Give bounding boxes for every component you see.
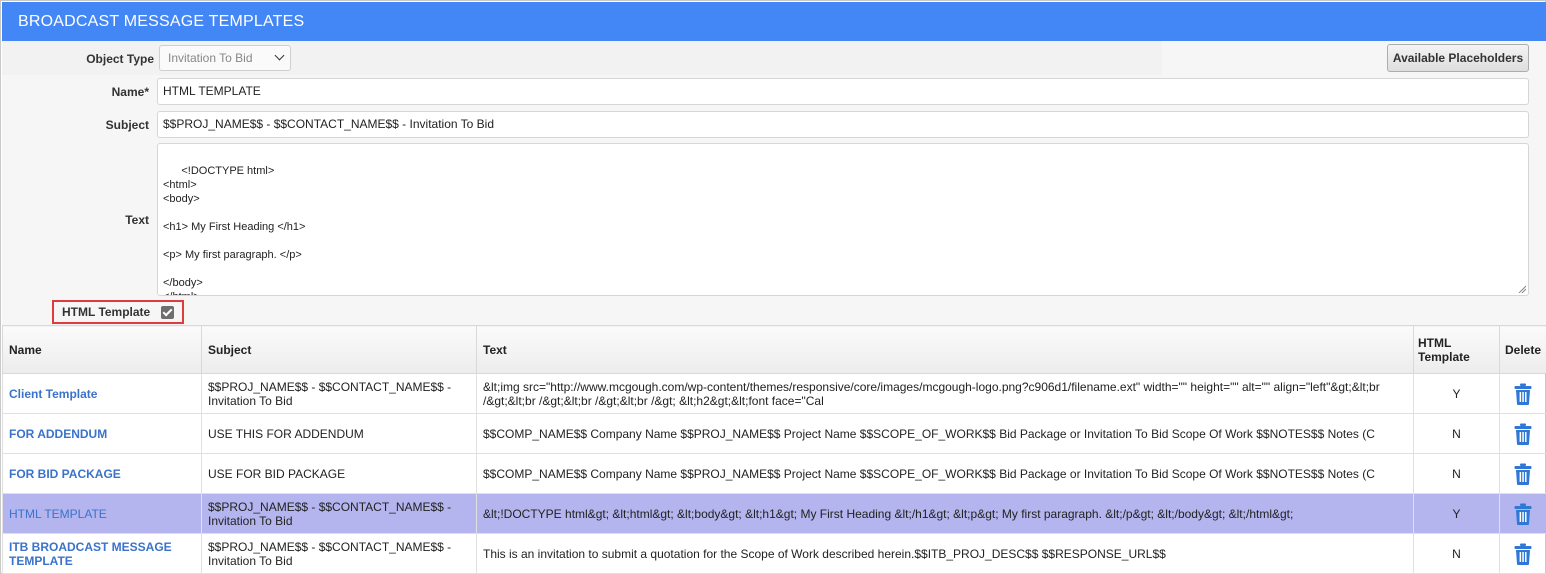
row-delete-button[interactable] [1499, 533, 1546, 574]
column-header-delete: Delete [1499, 325, 1546, 374]
row-text: $$COMP_NAME$$ Company Name $$PROJ_NAME$$… [476, 453, 1414, 494]
row-name-link[interactable]: Client Template [2, 373, 202, 414]
resize-handle-icon[interactable] [1518, 285, 1526, 293]
row-name-link[interactable]: FOR BID PACKAGE [2, 453, 202, 494]
column-header-subject[interactable]: Subject [201, 325, 477, 374]
trash-icon [1514, 423, 1532, 445]
broadcast-templates-window: BROADCAST MESSAGE TEMPLATES Object Type … [0, 0, 1546, 574]
table-row[interactable]: ITB BROADCAST MESSAGE TEMPLATE $$PROJ_NAM… [2, 533, 1546, 574]
row-html-flag: N [1413, 413, 1500, 454]
column-header-name[interactable]: Name [2, 325, 202, 374]
row-text: $$COMP_NAME$$ Company Name $$PROJ_NAME$$… [476, 413, 1414, 454]
template-form: Object Type Invitation To Bid Available … [2, 41, 1546, 325]
row-delete-button[interactable] [1499, 413, 1546, 454]
name-label: Name* [111, 85, 149, 99]
row-name-link[interactable]: ITB BROADCAST MESSAGE TEMPLATE [2, 533, 202, 574]
trash-icon [1514, 383, 1532, 405]
row-subject: $$PROJ_NAME$$ - $$CONTACT_NAME$$ - Invit… [201, 373, 477, 414]
object-type-value: Invitation To Bid [168, 51, 253, 65]
row-html-flag: N [1413, 533, 1500, 574]
table-header-row: Name Subject Text HTML Template Delete [2, 325, 1546, 374]
templates-table: Name Subject Text HTML Template Delete C… [2, 325, 1546, 574]
trash-icon [1514, 503, 1532, 525]
row-delete-button[interactable] [1499, 453, 1546, 494]
row-subject: USE THIS FOR ADDENDUM [201, 413, 477, 454]
subject-field[interactable]: $$PROJ_NAME$$ - $$CONTACT_NAME$$ - Invit… [157, 111, 1529, 138]
text-label: Text [125, 213, 149, 227]
row-subject: USE FOR BID PACKAGE [201, 453, 477, 494]
row-delete-button[interactable] [1499, 373, 1546, 414]
html-template-checkbox[interactable] [161, 306, 174, 319]
chevron-down-icon [274, 50, 285, 61]
html-template-highlight: HTML Template [52, 300, 184, 324]
column-header-html-template[interactable]: HTML Template [1413, 325, 1500, 374]
trash-icon [1514, 463, 1532, 485]
row-html-flag: N [1413, 453, 1500, 494]
column-header-text[interactable]: Text [476, 325, 1414, 374]
row-subject: $$PROJ_NAME$$ - $$CONTACT_NAME$$ - Invit… [201, 493, 477, 534]
table-row[interactable]: Client Template $$PROJ_NAME$$ - $$CONTACT… [2, 373, 1546, 414]
row-html-flag: Y [1413, 373, 1500, 414]
object-type-select[interactable]: Invitation To Bid [159, 45, 291, 71]
name-field[interactable]: HTML TEMPLATE [157, 78, 1529, 105]
row-subject: $$PROJ_NAME$$ - $$CONTACT_NAME$$ - Invit… [201, 533, 477, 574]
row-name-link[interactable]: FOR ADDENDUM [2, 413, 202, 454]
object-type-label: Object Type [86, 52, 154, 66]
row-text: This is an invitation to submit a quotat… [476, 533, 1414, 574]
row-name-link[interactable]: HTML TEMPLATE [2, 493, 202, 534]
row-text: &lt;!DOCTYPE html&gt; &lt;html&gt; &lt;b… [476, 493, 1414, 534]
window-title: BROADCAST MESSAGE TEMPLATES [2, 2, 1546, 41]
text-area-content: <!DOCTYPE html> <html> <body> <h1> My Fi… [163, 165, 306, 295]
html-template-label: HTML Template [62, 305, 151, 319]
row-text: &lt;img src="http://www.mcgough.com/wp-c… [476, 373, 1414, 414]
subject-label: Subject [105, 118, 149, 132]
trash-icon [1514, 543, 1532, 565]
table-row[interactable]: FOR ADDENDUM USE THIS FOR ADDENDUM $$COMP_… [2, 413, 1546, 454]
table-row[interactable]: FOR BID PACKAGE USE FOR BID PACKAGE $$COMP… [2, 453, 1546, 494]
text-area[interactable]: <!DOCTYPE html> <html> <body> <h1> My Fi… [157, 143, 1529, 296]
row-delete-button[interactable] [1499, 493, 1546, 534]
table-row[interactable]: HTML TEMPLATE $$PROJ_NAME$$ - $$CONTACT_N… [2, 493, 1546, 534]
available-placeholders-button[interactable]: Available Placeholders [1387, 44, 1529, 72]
row-html-flag: Y [1413, 493, 1500, 534]
